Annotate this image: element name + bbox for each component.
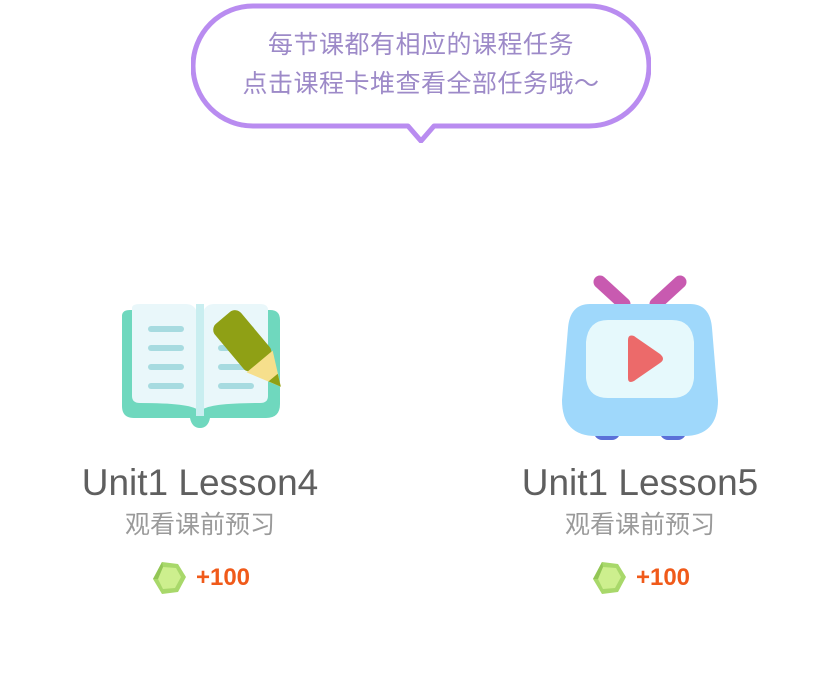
reward-points: +100 <box>195 564 251 591</box>
lesson-task-label: 观看课前预习 <box>564 510 715 539</box>
reward-badge: +100 <box>50 558 350 598</box>
tip-line-1: 每节课都有相应的课程任务 <box>267 30 574 59</box>
reward-points: +100 <box>635 564 691 591</box>
lesson-task-label: 观看课前预习 <box>124 510 275 539</box>
gem-icon <box>592 562 626 594</box>
lesson-title: Unit1 Lesson4 <box>81 462 319 503</box>
tip-bubble: 每节课都有相应的课程任务 点击课程卡堆查看全部任务哦～ <box>191 3 651 143</box>
tip-line-2: 点击课程卡堆查看全部任务哦～ <box>242 69 600 98</box>
reward-badge: +100 <box>490 558 790 598</box>
lesson-card-unit1-lesson5[interactable]: Unit1 Lesson5 观看课前预习 +100 <box>490 270 790 598</box>
lesson-tasks-screen: 每节课都有相应的课程任务 点击课程卡堆查看全部任务哦～ Unit1 Lesson… <box>0 0 840 688</box>
gem-icon <box>152 562 186 594</box>
lesson-card-unit1-lesson4[interactable]: Unit1 Lesson4 观看课前预习 +100 <box>50 270 350 598</box>
book-pencil-icon <box>122 304 281 428</box>
tv-play-icon <box>562 275 718 440</box>
lesson-title: Unit1 Lesson5 <box>521 462 759 503</box>
